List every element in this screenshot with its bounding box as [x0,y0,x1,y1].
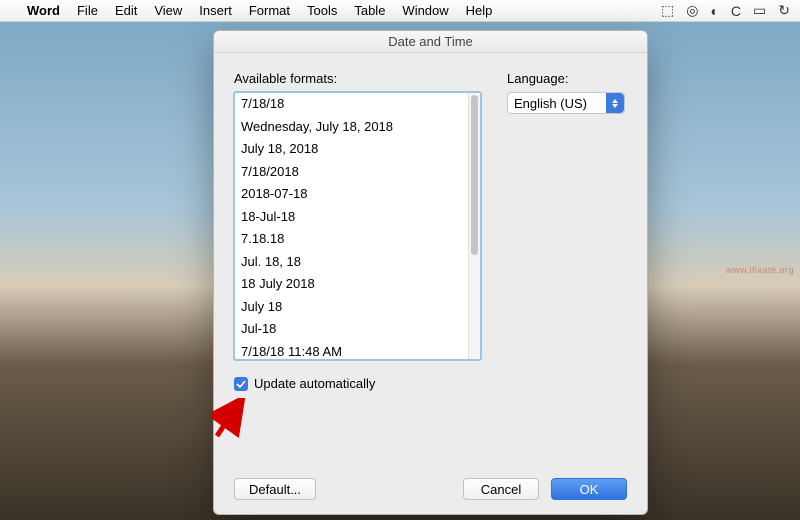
scrollbar[interactable] [468,93,480,359]
menu-edit[interactable]: Edit [115,3,137,18]
menubar-right: ⬚ ◎ ◐ C ▭ ↻ [661,2,790,19]
menu-table[interactable]: Table [354,3,385,18]
format-option[interactable]: 7/18/18 11:48 AM [235,341,468,360]
scrollbar-thumb[interactable] [471,95,478,255]
format-option[interactable]: Jul. 18, 18 [235,251,468,274]
update-auto-checkbox[interactable] [234,377,248,391]
menu-window[interactable]: Window [402,3,448,18]
format-option[interactable]: July 18, 2018 [235,138,468,161]
menu-insert[interactable]: Insert [199,3,232,18]
cancel-button[interactable]: Cancel [463,478,539,500]
circle-icon[interactable]: ◎ [686,2,698,19]
c-icon[interactable]: C [731,3,741,19]
format-option[interactable]: Jul-18 [235,318,468,341]
dialog-title: Date and Time [214,31,647,53]
menu-format[interactable]: Format [249,3,290,18]
language-select[interactable]: English (US) [507,92,625,114]
display-icon[interactable]: ▭ [753,2,766,19]
format-option[interactable]: 2018-07-18 [235,183,468,206]
update-auto-label: Update automatically [254,376,375,391]
menu-app[interactable]: Word [27,3,60,18]
chevron-updown-icon [606,93,624,113]
format-option[interactable]: 18-Jul-18 [235,206,468,229]
format-option[interactable]: 7/18/18 [235,93,468,116]
format-option[interactable]: 18 July 2018 [235,273,468,296]
formats-label: Available formats: [234,71,481,86]
format-option[interactable]: 7.18.18 [235,228,468,251]
menu-tools[interactable]: Tools [307,3,337,18]
menu-help[interactable]: Help [466,3,493,18]
format-option[interactable]: Wednesday, July 18, 2018 [235,116,468,139]
ok-button[interactable]: OK [551,478,627,500]
clock-icon[interactable]: ↻ [778,2,790,19]
watermark: www.ifixate.org [726,265,794,275]
format-option[interactable]: July 18 [235,296,468,319]
language-label: Language: [507,71,627,86]
menubar: Word File Edit View Insert Format Tools … [0,0,800,22]
formats-listbox[interactable]: 7/18/18Wednesday, July 18, 2018July 18, … [234,92,481,360]
format-option[interactable]: 7/18/2018 [235,161,468,184]
language-value: English (US) [514,96,587,111]
dropbox-icon[interactable]: ⬚ [661,2,674,19]
menu-view[interactable]: View [154,3,182,18]
date-time-dialog: Date and Time Available formats: 7/18/18… [213,30,648,515]
menu-file[interactable]: File [77,3,98,18]
annotation-arrow-icon [212,398,272,438]
badge-icon[interactable]: ◐ [710,3,718,19]
default-button[interactable]: Default... [234,478,316,500]
